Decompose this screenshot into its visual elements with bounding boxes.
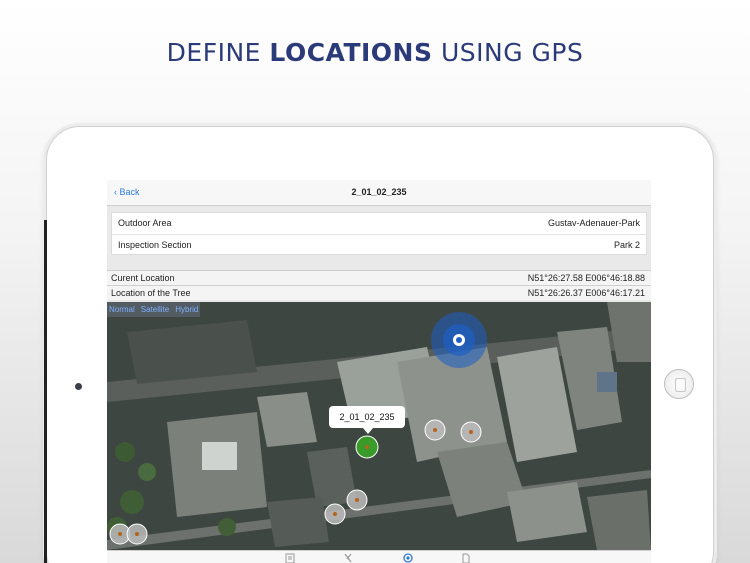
tools-icon[interactable] [343,553,353,563]
info-row-inspection-section[interactable]: Inspection Section Park 2 [112,234,646,255]
current-location-label: Curent Location [111,273,175,283]
info-group: Outdoor Area Gustav-Adenauer-Park Inspec… [111,212,647,255]
map-type-hybrid[interactable]: Hybrid [175,305,198,314]
current-location-row: Curent Location N51°26:27.58 E006°46:18.… [107,270,651,285]
headline-part1: DEFINE [166,38,270,67]
map-type-satellite[interactable]: Satellite [141,305,169,314]
app-screen: ‹ Back 2_01_02_235 Outdoor Area Gustav-A… [107,180,651,563]
headline-bold: LOCATIONS [269,38,433,67]
tab-bar [107,550,651,563]
info-label: Outdoor Area [118,218,172,228]
document-icon[interactable] [461,553,471,563]
navigation-bar: ‹ Back 2_01_02_235 [107,180,651,206]
headline-part2: USING GPS [432,38,584,67]
info-value: Gustav-Adenauer-Park [547,218,640,228]
tree-location-label: Location of the Tree [111,288,191,298]
page-title: 2_01_02_235 [351,187,407,197]
tree-location-row: Location of the Tree N51°26:26.37 E006°4… [107,285,651,300]
tablet-side-edge [44,220,47,563]
tree-location-value: N51°26:26.37 E006°46:17.21 [527,288,645,298]
info-value: Park 2 [613,240,640,250]
satellite-map[interactable]: Normal Satellite Hybrid 2_01_02_235 [107,302,651,550]
headline: DEFINE LOCATIONS USING GPS [0,38,750,67]
location-icon[interactable] [403,553,413,563]
tree-callout[interactable]: 2_01_02_235 [329,406,405,434]
list-icon[interactable] [285,553,295,563]
camera-icon [75,383,82,390]
map-type-normal[interactable]: Normal [109,305,135,314]
info-label: Inspection Section [118,240,192,250]
current-location-value: N51°26:27.58 E006°46:18.88 [527,273,645,283]
map-type-selector: Normal Satellite Hybrid [107,302,201,317]
home-button[interactable] [664,369,694,399]
info-row-outdoor-area[interactable]: Outdoor Area Gustav-Adenauer-Park [112,213,646,234]
